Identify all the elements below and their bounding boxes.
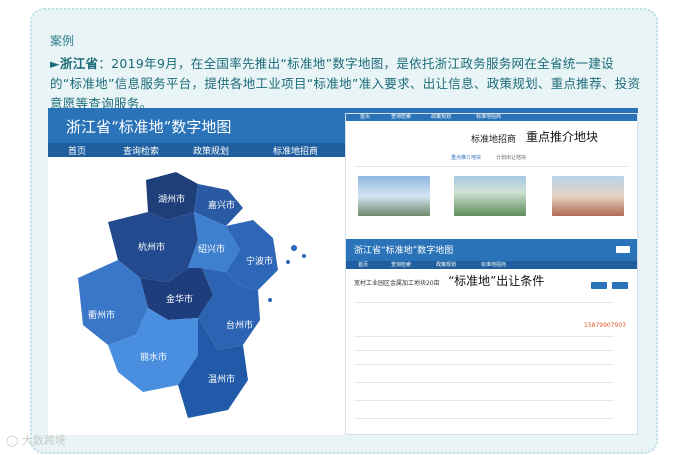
label-huzhou: 湖州市 <box>158 193 185 205</box>
zhejiang-map: 湖州市 嘉兴市 杭州市 绍兴市 宁波市 金华市 衢州市 台州市 丽水市 温州市 <box>78 172 306 418</box>
action-button-1[interactable] <box>591 282 607 289</box>
divider <box>354 166 629 167</box>
divider <box>354 302 614 303</box>
case-label: 案例 <box>50 34 75 48</box>
detail-nav-home[interactable]: 首页 <box>358 261 368 268</box>
divider <box>354 418 614 419</box>
parcel-photo-3[interactable] <box>552 176 624 216</box>
divider <box>354 400 614 401</box>
detail-nav-policy[interactable]: 政策规划 <box>436 261 456 268</box>
label-ningbo: 宁波市 <box>246 255 273 267</box>
panel-title: 标准地招商 <box>471 135 517 145</box>
detail-nav-search[interactable]: 查询检索 <box>391 261 411 268</box>
label-lishui: 丽水市 <box>140 351 167 363</box>
case-body: ：2019年9月，在全国率先推出“标准地”数字地图，是依托浙江政务服务网在全省统… <box>50 56 641 111</box>
divider <box>354 364 614 365</box>
label-jiaxing: 嘉兴市 <box>208 199 235 211</box>
label-quzhou: 衢州市 <box>88 309 115 321</box>
handwritten-note-recommend: 重点推介地块 <box>526 130 599 144</box>
nav-home[interactable]: 首页 <box>68 144 87 159</box>
panel-nav-search[interactable]: 查询检索 <box>391 113 411 120</box>
parcel-photo-1[interactable] <box>358 176 430 216</box>
divider <box>354 336 614 337</box>
label-hangzhou: 杭州市 <box>138 241 165 253</box>
arrow-icon: ► <box>50 56 60 71</box>
handwritten-note-conditions: “标准地”出让条件 <box>448 274 545 288</box>
panel-topbar: 首页 查询检索 政策规划 标准地招商 <box>346 114 637 121</box>
watermark: ◯ 大数跨境 <box>6 432 66 448</box>
header-login-button[interactable] <box>596 246 612 253</box>
nav-search[interactable]: 查询检索 <box>123 144 159 157</box>
island-marker <box>286 260 290 264</box>
island-marker <box>291 245 297 251</box>
parcel-photo-2[interactable] <box>454 176 526 216</box>
tab-recommended[interactable]: 重点推介地块 <box>451 154 481 161</box>
detail-title: 浙江省“标准地”数字地图 <box>354 246 454 256</box>
map-title: 浙江省“标准地”数字地图 <box>66 118 232 136</box>
detail-nav: 首页 查询检索 政策规划 标准地招商 <box>346 261 637 269</box>
island-marker <box>302 254 306 258</box>
label-shaoxing: 绍兴市 <box>198 243 225 255</box>
island-marker <box>268 298 272 302</box>
case-description: ►浙江省：2019年9月，在全国率先推出“标准地”数字地图，是依托浙江政务服务网… <box>50 54 646 114</box>
header-register-button[interactable] <box>616 246 630 253</box>
action-button-2[interactable] <box>612 282 628 289</box>
contact-phone[interactable]: 15879907903 <box>584 322 626 329</box>
panel-nav-invest[interactable]: 标准地招商 <box>476 113 501 120</box>
map-nav: 首页 查询检索 政策规划 标准地招商 <box>48 143 348 159</box>
label-taizhou: 台州市 <box>226 319 253 331</box>
case-lead: 浙江省 <box>59 56 99 71</box>
label-wenzhou: 温州市 <box>208 373 235 385</box>
divider <box>354 350 614 351</box>
tab-planned[interactable]: 计划出让地块 <box>496 154 526 161</box>
detail-header: 浙江省“标准地”数字地图 <box>346 239 637 261</box>
label-jinhua: 金华市 <box>166 293 193 305</box>
chat-bubble-icon: ◯ <box>6 434 19 447</box>
nav-policy[interactable]: 政策规划 <box>193 144 229 157</box>
divider <box>354 382 614 383</box>
watermark-text: 大数跨境 <box>21 434 66 447</box>
invest-panel: 首页 查询检索 政策规划 标准地招商 标准地招商 重点推介地块 重点推介地块 计… <box>345 113 638 435</box>
map-screenshot: 浙江省“标准地”数字地图 首页 查询检索 政策规划 标准地招商 湖州市 嘉兴市 … <box>48 108 638 435</box>
panel-nav-home[interactable]: 首页 <box>360 113 370 120</box>
parcel-title: 宽村工业园区金属加工地块20亩 <box>354 280 440 287</box>
detail-nav-invest[interactable]: 标准地招商 <box>481 261 506 268</box>
nav-invest[interactable]: 标准地招商 <box>273 144 318 157</box>
panel-nav-policy[interactable]: 政策规划 <box>431 113 451 120</box>
